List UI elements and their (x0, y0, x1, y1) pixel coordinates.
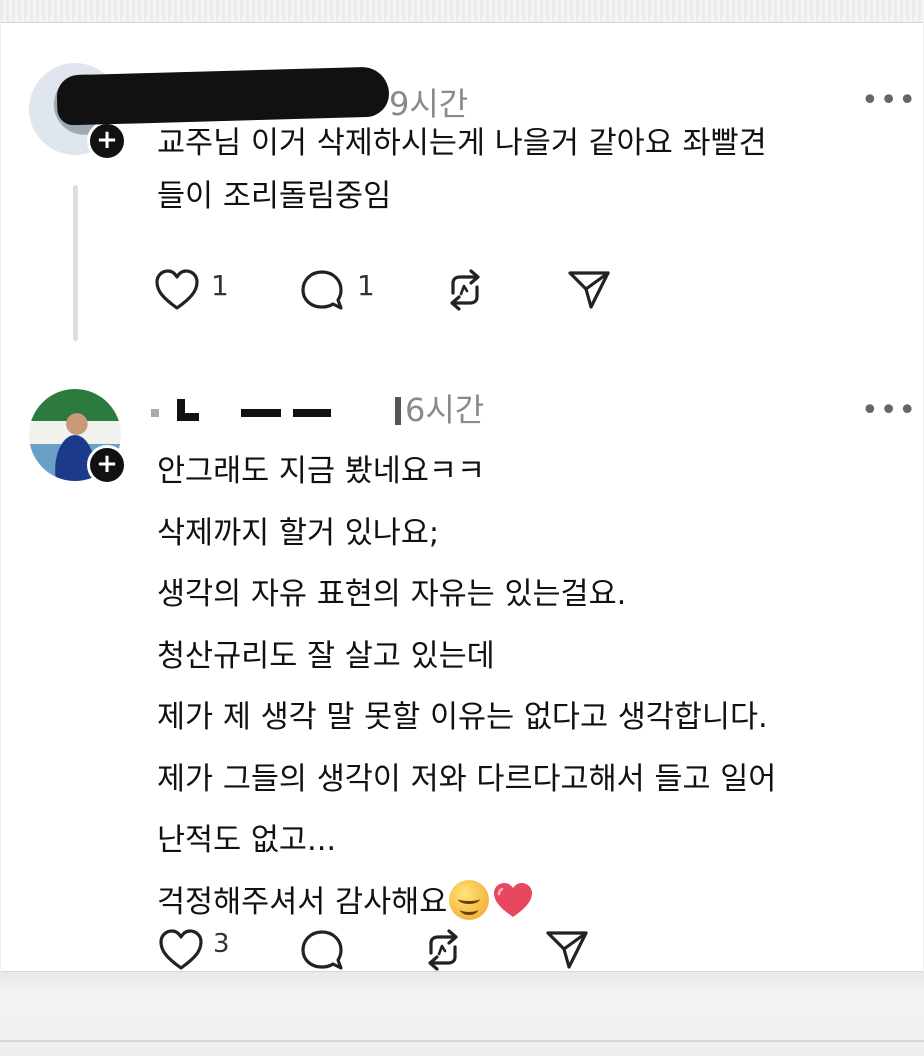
reply-post-1: + 9시간 ••• 교주님 이거 삭제하시는게 나을거 같아요 좌빨견 들이 조… (1, 23, 923, 353)
reply-count: 1 (357, 269, 375, 302)
post-text: 교주님 이거 삭제하시는게 나을거 같아요 좌빨견 들이 조리돌림중임 (157, 126, 767, 214)
smiling-face-emoji (449, 879, 490, 920)
more-icon[interactable]: ••• (861, 396, 916, 426)
post-actions: 1 1 (153, 267, 653, 317)
post-actions: 3 (153, 927, 653, 977)
thread-card: + 9시간 ••• 교주님 이거 삭제하시는게 나을거 같아요 좌빨견 들이 조… (1, 22, 923, 972)
thread-connector-line (73, 185, 78, 341)
post-text-content: 안그래도 지금 봤네요ㅋㅋ 삭제까지 할거 있나요; 생각의 자유 표현의 자유… (157, 454, 777, 920)
like-count: 3 (213, 929, 230, 959)
screenshot-bottom-border (0, 972, 924, 1056)
screenshot-top-border (0, 0, 924, 22)
post-time: 6시간 (405, 391, 485, 429)
post-text: 안그래도 지금 봤네요ㅋㅋ 삭제까지 할거 있나요; 생각의 자유 표현의 자유… (157, 441, 902, 933)
speech-bubble-icon (301, 930, 343, 970)
send-paper-plane-icon (546, 931, 588, 969)
heart-outline-icon (159, 929, 203, 970)
repost-arrows-icon (450, 269, 480, 311)
repost-arrows-icon (428, 929, 458, 971)
follow-plus-icon[interactable]: + (87, 121, 127, 161)
reply-post-2: + 6시간 ••• 안그래도 지금 봤네요ㅋㅋ 삭제까지 할거 있나요; 생각의… (1, 353, 923, 971)
redacted-username (151, 397, 401, 427)
red-heart-emoji (494, 882, 533, 917)
speech-bubble-icon (301, 270, 343, 310)
more-icon[interactable]: ••• (861, 86, 916, 116)
heart-outline-icon (155, 269, 199, 310)
like-count: 1 (211, 269, 229, 302)
follow-plus-icon[interactable]: + (87, 445, 127, 485)
send-paper-plane-icon (568, 271, 610, 309)
